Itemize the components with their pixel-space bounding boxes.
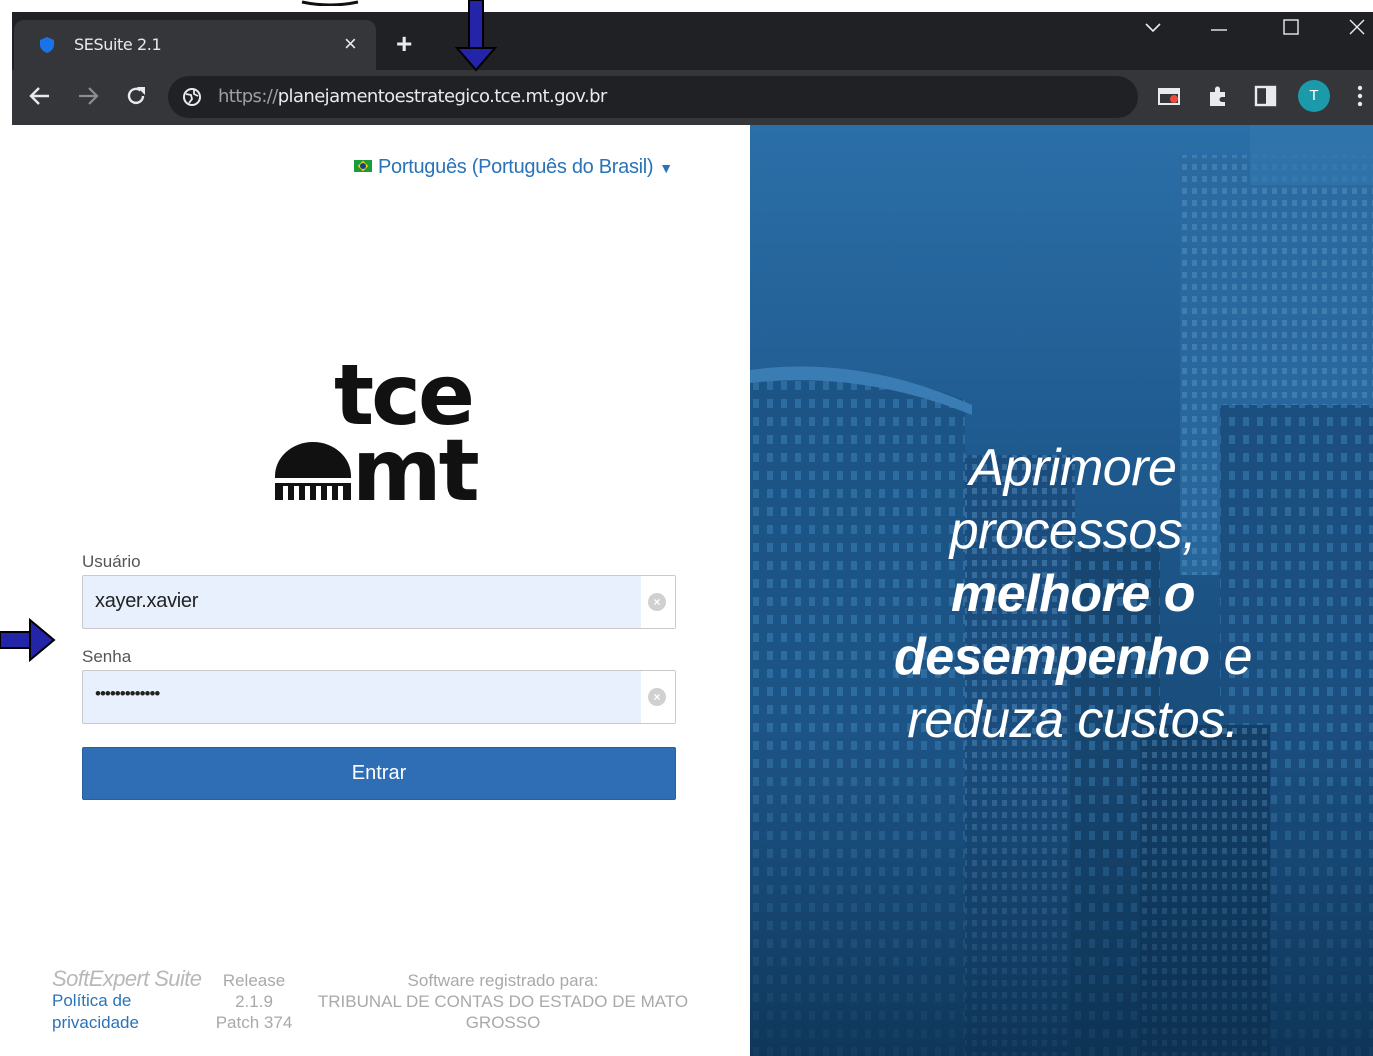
- side-panel-icon[interactable]: [1254, 84, 1278, 108]
- login-button[interactable]: Entrar: [82, 747, 676, 800]
- slogan-line-3: melhore o: [951, 565, 1196, 623]
- username-label: Usuário: [82, 552, 141, 571]
- language-label: Português (Português do Brasil): [378, 156, 654, 178]
- close-window-icon[interactable]: [1348, 18, 1366, 36]
- clear-username-icon[interactable]: ×: [648, 593, 666, 611]
- url-text[interactable]: https://planejamentoestrategico.tce.mt.g…: [218, 86, 607, 107]
- privacy-link-line1[interactable]: Política de: [52, 991, 131, 1011]
- annotation-partial-arrow-icon: [301, 0, 359, 6]
- username-value[interactable]: xayer.xavier: [95, 590, 198, 613]
- slogan-line-1: Aprimore: [969, 439, 1177, 497]
- password-clear-area: ×: [641, 671, 675, 723]
- back-arrow-icon[interactable]: [28, 84, 52, 108]
- registration-info: Software registrado para: TRIBUNAL DE CO…: [306, 970, 700, 1033]
- release-info: Release 2.1.9 Patch 374: [206, 970, 302, 1033]
- new-tab-button[interactable]: +: [396, 30, 412, 58]
- release-version: 2.1.9: [235, 992, 273, 1011]
- favicon-icon: [40, 37, 54, 53]
- password-field[interactable]: ••••••••••••• ×: [82, 670, 676, 724]
- close-tab-icon[interactable]: ×: [344, 32, 357, 56]
- browser-tab[interactable]: SESuite 2.1 ×: [14, 20, 376, 70]
- site-info-icon[interactable]: [182, 87, 202, 107]
- annotation-right-arrow-icon: [0, 618, 56, 663]
- forward-arrow-icon[interactable]: [76, 84, 100, 108]
- hero-panel: Aprimore processos, melhore o desempenho…: [750, 125, 1373, 1056]
- url-scheme: https://: [218, 86, 278, 107]
- slogan-line-4-rest: e: [1209, 628, 1253, 686]
- password-value[interactable]: •••••••••••••: [95, 684, 160, 704]
- hero-slogan: Aprimore processos, melhore o desempenho…: [750, 437, 1373, 752]
- dome-icon: [274, 442, 352, 500]
- extensions-puzzle-icon[interactable]: [1206, 84, 1230, 108]
- tce-mt-logo: tce mt: [274, 350, 482, 510]
- tab-title: SESuite 2.1: [74, 35, 162, 54]
- privacy-link-line2[interactable]: privacidade: [52, 1013, 139, 1033]
- reload-icon[interactable]: [124, 84, 148, 108]
- release-label: Release: [222, 971, 286, 990]
- registration-org-line1: TRIBUNAL DE CONTAS DO ESTADO DE MATO: [317, 992, 689, 1011]
- release-patch: Patch 374: [215, 1013, 293, 1032]
- slogan-line-4-bold: desempenho: [893, 628, 1210, 686]
- profile-avatar[interactable]: T: [1298, 80, 1330, 112]
- address-bar[interactable]: https://planejamentoestrategico.tce.mt.g…: [168, 76, 1138, 118]
- slogan-line-5: reduza custos.: [907, 691, 1239, 749]
- cast-media-icon[interactable]: [1158, 86, 1182, 108]
- slogan-line-2: processos,: [949, 502, 1197, 560]
- logo-text-mt: mt: [352, 421, 479, 510]
- maximize-icon[interactable]: [1282, 18, 1300, 36]
- browser-window: SESuite 2.1 × + https://planejamentoestr…: [12, 12, 1373, 125]
- tab-strip: SESuite 2.1 × +: [12, 12, 1373, 70]
- browser-toolbar: https://planejamentoestrategico.tce.mt.g…: [12, 70, 1373, 125]
- more-menu-icon[interactable]: [1356, 85, 1364, 109]
- tab-search-icon[interactable]: [1144, 22, 1162, 34]
- registration-label: Software registrado para:: [407, 971, 599, 990]
- url-host: planejamentoestrategico.tce.mt.gov.br: [277, 86, 608, 107]
- brazil-flag-icon: [354, 160, 372, 173]
- password-label: Senha: [82, 647, 132, 666]
- clear-password-icon[interactable]: ×: [648, 688, 666, 706]
- registration-org-line2: GROSSO: [465, 1013, 541, 1032]
- username-clear-area: ×: [641, 576, 675, 628]
- softexpert-brand: SoftExpert Suite: [52, 966, 202, 991]
- annotation-down-arrow-icon: [455, 0, 497, 72]
- language-selector[interactable]: Português (Português do Brasil) ▼: [354, 156, 673, 179]
- username-field[interactable]: xayer.xavier ×: [82, 575, 676, 629]
- caret-down-icon: ▼: [659, 159, 673, 176]
- minimize-icon[interactable]: [1210, 20, 1228, 38]
